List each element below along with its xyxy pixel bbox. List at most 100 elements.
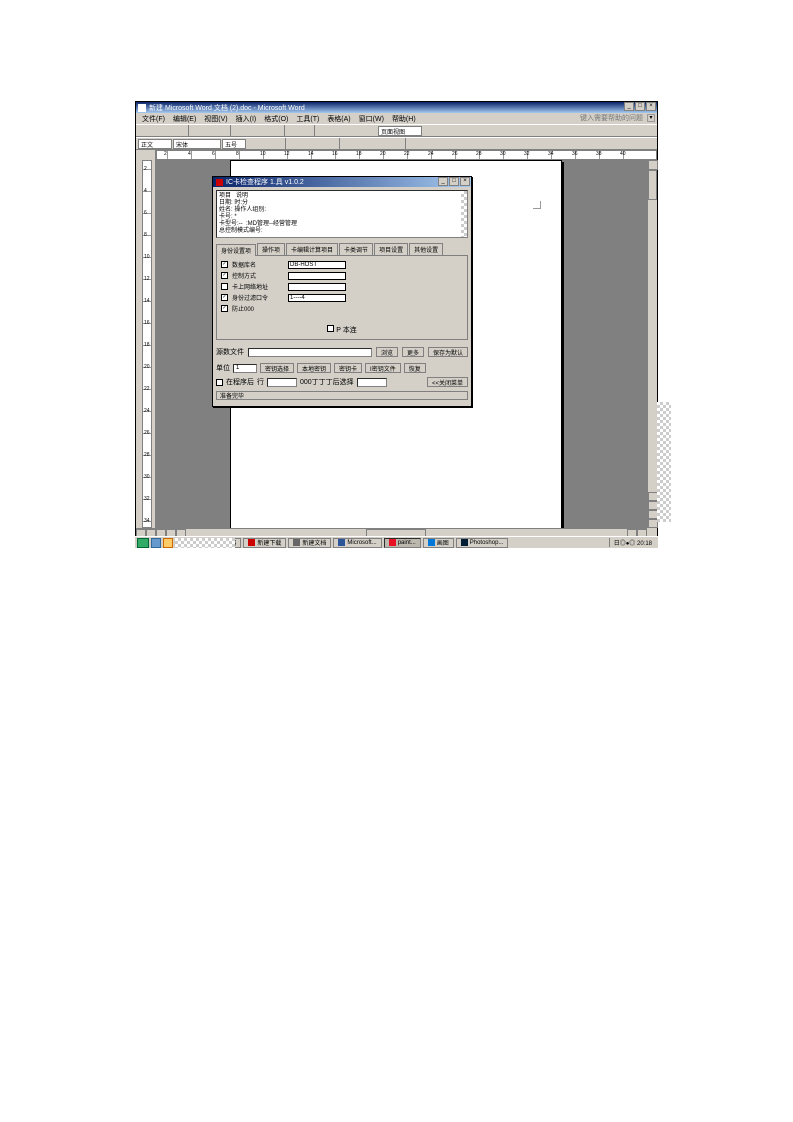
open-icon[interactable] xyxy=(150,125,161,136)
word-minimize-button[interactable]: _ xyxy=(624,102,634,111)
tab-card-adjust[interactable]: 卡类调节 xyxy=(339,243,373,255)
print-icon[interactable] xyxy=(192,125,203,136)
copy-icon[interactable] xyxy=(246,125,257,136)
help-icon[interactable] xyxy=(435,125,446,136)
word-close-button[interactable]: × xyxy=(646,102,656,111)
tray-icons-and-clock[interactable]: 日◎●◎ 20:18 xyxy=(614,538,652,547)
horizontal-ruler[interactable]: 246810121416182022242628303234363840 xyxy=(156,150,657,160)
zoom-combo[interactable]: 页面视图 xyxy=(378,126,422,136)
bold-icon[interactable] xyxy=(247,138,258,149)
underline-icon[interactable] xyxy=(271,138,282,149)
redo-icon[interactable] xyxy=(300,125,311,136)
taskbar-item[interactable]: Microsoft... xyxy=(333,538,381,548)
tab-operation[interactable]: 操作项 xyxy=(257,243,285,255)
hyperlink-icon[interactable] xyxy=(318,125,329,136)
menubar-chevron-icon[interactable]: ▾ xyxy=(647,114,655,122)
menu-tools[interactable]: 工具(T) xyxy=(296,114,319,124)
checkbox-pw[interactable]: ✓ xyxy=(221,294,228,301)
read-icon[interactable] xyxy=(447,125,458,136)
dialog-minimize-button[interactable]: _ xyxy=(438,177,448,186)
quick-launch-ie-icon[interactable] xyxy=(151,538,161,548)
checkbox-after[interactable] xyxy=(216,379,223,386)
input-ctrl[interactable] xyxy=(288,272,346,280)
checkbox-db[interactable]: ✓ xyxy=(221,261,228,268)
checkbox-ctrl[interactable]: ✓ xyxy=(221,272,228,279)
save-icon[interactable] xyxy=(162,125,173,136)
key-select-button[interactable]: 密钥选择 xyxy=(260,363,294,373)
quick-launch-desktop-icon[interactable] xyxy=(163,538,173,548)
justify-icon[interactable] xyxy=(325,138,336,149)
checkbox-net[interactable] xyxy=(221,283,228,290)
menu-table[interactable]: 表格(A) xyxy=(327,114,350,124)
local-key-button[interactable]: 本地密钥 xyxy=(297,363,331,373)
size-combo[interactable]: 五号 xyxy=(222,139,246,149)
new-doc-icon[interactable] xyxy=(138,125,149,136)
save-default-button[interactable]: 保存为默认 xyxy=(428,347,468,357)
taskbar-item[interactable]: 画图 xyxy=(423,538,454,548)
input-row[interactable] xyxy=(267,378,297,387)
system-tray[interactable]: 日◎●◎ 20:18 xyxy=(609,538,656,547)
tab-other[interactable]: 其他设置 xyxy=(409,243,443,255)
checkbox-prevent[interactable]: ✓ xyxy=(221,305,228,312)
key-card-button[interactable]: 密钥卡 xyxy=(334,363,362,373)
taskbar-item[interactable]: Photoshop... xyxy=(456,538,509,548)
line-spacing-icon[interactable] xyxy=(343,138,354,149)
dialog-titlebar[interactable]: IC卡检查程序 1.具 v1.0.2 _ □ × xyxy=(213,177,471,187)
input-pw[interactable]: 1----4 xyxy=(288,294,346,302)
border-icon[interactable] xyxy=(409,138,420,149)
paste-icon[interactable] xyxy=(258,125,269,136)
dialog-log-area[interactable]: 项目 说明 日期: 时:分 姓名: 操作人组别: 卡号: * 卡型号:-- :M… xyxy=(216,190,468,238)
input-source-path[interactable] xyxy=(248,348,372,357)
scroll-thumb[interactable] xyxy=(648,170,657,200)
menu-edit[interactable]: 编辑(E) xyxy=(173,114,196,124)
browse-button[interactable]: 浏览 xyxy=(376,347,398,357)
dialog-close-button[interactable]: × xyxy=(460,177,470,186)
dialog-maximize-button[interactable]: □ xyxy=(449,177,459,186)
table-icon[interactable] xyxy=(330,125,341,136)
more-button[interactable]: 更多 xyxy=(402,347,424,357)
vertical-scrollbar[interactable] xyxy=(647,160,657,528)
drawing-icon[interactable] xyxy=(366,125,377,136)
menu-insert[interactable]: 插入(I) xyxy=(236,114,257,124)
close-menu-button[interactable]: <<关闭菜单 xyxy=(427,377,468,387)
cut-icon[interactable] xyxy=(234,125,245,136)
ask-help-box[interactable]: 键入需要帮助的问题 xyxy=(580,113,643,123)
tab-card-edit[interactable]: 卡编辑计算项目 xyxy=(286,243,338,255)
input-net[interactable] xyxy=(288,283,346,291)
numbering-icon[interactable] xyxy=(355,138,366,149)
menu-help[interactable]: 帮助(H) xyxy=(392,114,416,124)
show-para-icon[interactable] xyxy=(423,125,434,136)
font-combo[interactable]: 宋体 xyxy=(173,139,221,149)
italic-icon[interactable] xyxy=(259,138,270,149)
columns-icon[interactable] xyxy=(354,125,365,136)
preview-icon[interactable] xyxy=(204,125,215,136)
vertical-ruler[interactable]: 24681012141618202224262830323436 xyxy=(142,160,152,528)
menu-window[interactable]: 窗口(W) xyxy=(359,114,384,124)
input-db[interactable]: DB-HOST xyxy=(288,261,346,269)
start-button[interactable] xyxy=(137,538,149,548)
menu-file[interactable]: 文件(F) xyxy=(142,114,165,124)
align-center-icon[interactable] xyxy=(301,138,312,149)
word-maximize-button[interactable]: □ xyxy=(635,102,645,111)
align-right-icon[interactable] xyxy=(313,138,324,149)
align-left-icon[interactable] xyxy=(289,138,300,149)
bullets-icon[interactable] xyxy=(367,138,378,149)
font-color-icon[interactable] xyxy=(433,138,444,149)
mail-icon[interactable] xyxy=(174,125,185,136)
format-painter-icon[interactable] xyxy=(270,125,281,136)
checkbox-local[interactable] xyxy=(327,325,334,332)
key-file-button[interactable]: I密钥文件 xyxy=(365,363,401,373)
restore-button[interactable]: 恢复 xyxy=(404,363,426,373)
spell-icon[interactable] xyxy=(216,125,227,136)
input-after-select[interactable] xyxy=(357,378,387,387)
highlight-icon[interactable] xyxy=(421,138,432,149)
unit-spinner[interactable]: 1 xyxy=(233,364,257,373)
scroll-up-icon[interactable] xyxy=(648,160,658,170)
undo-icon[interactable] xyxy=(288,125,299,136)
tab-project[interactable]: 项目设置 xyxy=(374,243,408,255)
menu-format[interactable]: 格式(O) xyxy=(264,114,288,124)
outdent-icon[interactable] xyxy=(379,138,390,149)
indent-icon[interactable] xyxy=(391,138,402,149)
menu-view[interactable]: 视图(V) xyxy=(204,114,227,124)
excel-icon[interactable] xyxy=(342,125,353,136)
